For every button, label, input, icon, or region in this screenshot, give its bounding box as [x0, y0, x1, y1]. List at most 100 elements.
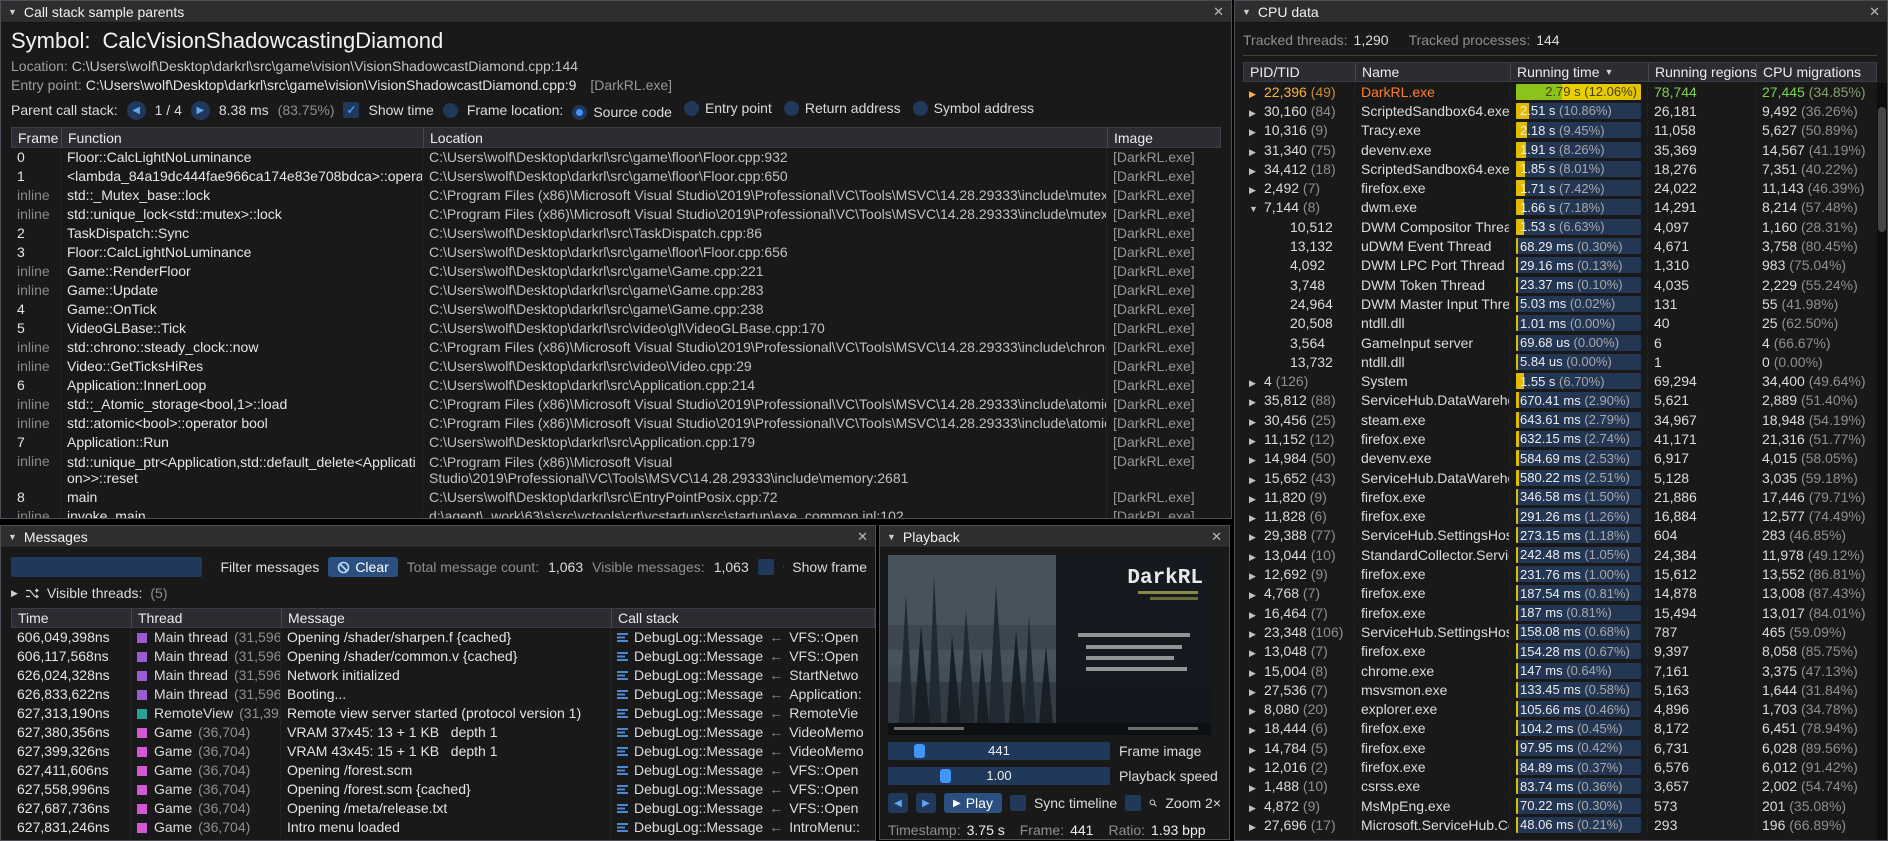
expand-arrow-icon[interactable]: ▶ — [1249, 108, 1264, 119]
callstack-row[interactable]: inlinestd::unique_ptr<Application,std::d… — [11, 452, 1221, 488]
callstack-row[interactable]: 3Floor::CalcLightNoLuminanceC:\Users\wol… — [11, 243, 1221, 262]
expand-arrow-icon[interactable]: ▶ — [1249, 725, 1264, 736]
next-parent-button[interactable]: ▶ — [191, 101, 210, 120]
cpu-row[interactable]: ▶2,492 (7)firefox.exe1.71 s (7.42%)24,02… — [1243, 178, 1877, 197]
cpu-row[interactable]: ▶27,536 (7)msvsmon.exe133.45 ms (0.58%)5… — [1243, 680, 1877, 699]
callstack-row[interactable]: 7Application::RunC:\Users\wolf\Desktop\d… — [11, 433, 1221, 452]
cpu-row[interactable]: ▼7,144 (8)dwm.exe1.66 s (7.18%)14,2918,2… — [1243, 198, 1877, 217]
vertical-scrollbar[interactable] — [1877, 83, 1887, 840]
expand-arrow-icon[interactable]: ▶ — [1249, 417, 1264, 428]
collapse-arrow-icon[interactable]: ▼ — [887, 532, 896, 542]
message-row[interactable]: 606,049,398nsMain thread(31,596)Opening … — [11, 628, 875, 647]
message-row[interactable]: 627,831,246nsGame(36,704)Intro menu load… — [11, 818, 875, 837]
callstack-row[interactable]: inlineinvoke_maind:\agent\_work\63\s\src… — [11, 507, 1221, 519]
expand-arrow-icon[interactable]: ▶ — [1249, 552, 1264, 563]
cpu-row[interactable]: ▶11,152 (12)firefox.exe632.15 ms (2.74%)… — [1243, 429, 1877, 448]
zoom-checkbox[interactable] — [1125, 795, 1141, 811]
cpu-row[interactable]: ▶11,820 (9)firefox.exe346.58 ms (1.50%)2… — [1243, 487, 1877, 506]
message-callstack[interactable]: DebugLog::Message←VFS::Open — [611, 799, 875, 818]
expand-arrow-icon[interactable]: ▶ — [1249, 706, 1264, 717]
close-icon[interactable]: ✕ — [1211, 529, 1222, 545]
message-callstack[interactable]: DebugLog::Message←VideoMemo — [611, 723, 875, 742]
cpu-row[interactable]: ▶35,812 (88)ServiceHub.DataWarehou670.41… — [1243, 391, 1877, 410]
next-frame-button[interactable]: ▶ — [916, 793, 936, 813]
callstack-row[interactable]: 5VideoGLBase::TickC:\Users\wolf\Desktop\… — [11, 319, 1221, 338]
expand-arrow-icon[interactable]: ▶ — [1249, 185, 1264, 196]
show-time-checkbox[interactable] — [343, 102, 359, 118]
cpu-row[interactable]: 10,512DWM Compositor Thread1.53 s (6.63%… — [1243, 217, 1877, 236]
close-icon[interactable]: ✕ — [1869, 4, 1880, 20]
expand-arrow-icon[interactable]: ▶ — [1249, 764, 1264, 775]
cpu-row[interactable]: ▶18,444 (6)firefox.exe104.2 ms (0.45%)8,… — [1243, 719, 1877, 738]
callstack-row[interactable]: 6Application::InnerLoopC:\Users\wolf\Des… — [11, 376, 1221, 395]
clear-button[interactable]: Clear — [328, 557, 397, 577]
cpu-row[interactable]: ▶11,828 (6)firefox.exe291.26 ms (1.26%)1… — [1243, 507, 1877, 526]
playback-speed-slider[interactable]: 1.00 — [888, 767, 1110, 785]
message-callstack[interactable]: DebugLog::Message←VideoMemo — [611, 742, 875, 761]
column-running-regions[interactable]: Running regions — [1649, 63, 1757, 81]
expand-arrow-icon[interactable]: ▶ — [1249, 436, 1264, 447]
message-callstack[interactable]: DebugLog::Message←VFS::Open — [611, 647, 875, 666]
cpu-row[interactable]: ▶8,080 (20)explorer.exe105.66 ms (0.46%)… — [1243, 700, 1877, 719]
cpu-row[interactable]: ▶14,984 (50)devenv.exe584.69 ms (2.53%)6… — [1243, 449, 1877, 468]
message-callstack[interactable]: DebugLog::Message←RemoteVie — [611, 704, 875, 723]
cpu-row[interactable]: 24,964DWM Master Input Thread5.03 ms (0.… — [1243, 294, 1877, 313]
cpu-row[interactable]: 4,092DWM LPC Port Thread29.16 ms (0.13%)… — [1243, 256, 1877, 275]
message-filter-input[interactable] — [11, 557, 202, 577]
cpu-row[interactable]: 13,132uDWM Event Thread68.29 ms (0.30%)4… — [1243, 236, 1877, 255]
callstack-row[interactable]: 4Game::OnTickC:\Users\wolf\Desktop\darkr… — [11, 300, 1221, 319]
radio-source-code[interactable]: Source code — [572, 104, 672, 120]
cpu-row[interactable]: ▶12,016 (2)firefox.exe84.89 ms (0.37%)6,… — [1243, 757, 1877, 776]
message-row[interactable]: 606,117,568nsMain thread(31,596)Opening … — [11, 647, 875, 666]
cpu-row[interactable]: ▶13,044 (10)StandardCollector.Servic242.… — [1243, 545, 1877, 564]
expand-arrow-icon[interactable]: ▶ — [1249, 571, 1264, 582]
cpu-row[interactable]: ▶29,388 (77)ServiceHub.SettingsHost273.1… — [1243, 526, 1877, 545]
cpu-row[interactable]: ▶34,412 (18)ScriptedSandbox64.exe1.85 s … — [1243, 159, 1877, 178]
expand-arrow-icon[interactable]: ▶ — [1249, 513, 1264, 524]
expand-arrow-icon[interactable]: ▶ — [1249, 532, 1264, 543]
expand-arrow-icon[interactable]: ▶ — [1249, 455, 1264, 466]
message-row[interactable]: 626,024,328nsMain thread(31,596)Network … — [11, 666, 875, 685]
callstack-row[interactable]: 8mainC:\Users\wolf\Desktop\darkrl\src\En… — [11, 488, 1221, 507]
expand-arrow-icon[interactable]: ▶ — [1249, 475, 1264, 486]
cpu-row[interactable]: ▶23,348 (106)ServiceHub.SettingsHost158.… — [1243, 622, 1877, 641]
message-callstack[interactable]: DebugLog::Message←VFS::Open — [611, 628, 875, 647]
expand-arrow-icon[interactable]: ▶ — [1249, 783, 1264, 794]
message-row[interactable]: 627,687,736nsGame(36,704)Opening /meta/r… — [11, 799, 875, 818]
expand-arrow-icon[interactable]: ▶ — [1249, 494, 1264, 505]
message-callstack[interactable]: DebugLog::Message←VFS::Open — [611, 780, 875, 799]
expand-arrow-icon[interactable]: ▶ — [1249, 822, 1264, 833]
close-icon[interactable]: ✕ — [1213, 4, 1224, 20]
cpu-row[interactable]: ▶31,340 (75)devenv.exe1.91 s (8.26%)35,3… — [1243, 140, 1877, 159]
callstack-row[interactable]: 1<lambda_84a19dc444fae966ca174e83e708bdc… — [11, 167, 1221, 186]
expand-arrow-icon[interactable]: ▶ — [1249, 648, 1264, 659]
expand-arrow-icon[interactable]: ▶ — [1249, 687, 1264, 698]
cpu-row[interactable]: ▶13,048 (7)firefox.exe154.28 ms (0.67%)9… — [1243, 642, 1877, 661]
callstack-row[interactable]: inlineGame::RenderFloorC:\Users\wolf\Des… — [11, 262, 1221, 281]
cpu-row[interactable]: ▶15,652 (43)ServiceHub.DataWarehou580.22… — [1243, 468, 1877, 487]
column-cpu-migrations[interactable]: CPU migrations — [1757, 63, 1876, 81]
cpu-row[interactable]: ▶4 (126)System1.55 s (6.70%)69,29434,400… — [1243, 371, 1877, 390]
message-row[interactable]: 627,399,326nsGame(36,704)VRAM 43x45: 15 … — [11, 742, 875, 761]
radio-return-address[interactable]: Return address — [784, 100, 901, 116]
expand-arrow-icon[interactable]: ▶ — [1249, 629, 1264, 640]
column-running-time[interactable]: Running time▼ — [1511, 63, 1649, 81]
column-name[interactable]: Name — [1356, 63, 1511, 81]
cpu-row[interactable]: ▶22,396 (49)DarkRL.exe2.79 s (12.06%)78,… — [1243, 82, 1877, 101]
expand-arrow-icon[interactable]: ▶ — [1249, 397, 1264, 408]
cpu-row[interactable]: ▶12,692 (9)firefox.exe231.76 ms (1.00%)1… — [1243, 564, 1877, 583]
collapse-arrow-icon[interactable]: ▼ — [1242, 7, 1251, 17]
callstack-row[interactable]: inlinestd::chrono::steady_clock::nowC:\P… — [11, 338, 1221, 357]
cpu-row[interactable]: ▶1,488 (10)csrss.exe83.74 ms (0.36%)3,65… — [1243, 777, 1877, 796]
cpu-row[interactable]: ▶4,872 (9)MsMpEng.exe70.22 ms (0.30%)573… — [1243, 796, 1877, 815]
cpu-row[interactable]: ▶30,160 (84)ScriptedSandbox64.exe2.51 s … — [1243, 101, 1877, 120]
cpu-row[interactable]: 3,748DWM Token Thread23.37 ms (0.10%)4,0… — [1243, 275, 1877, 294]
close-icon[interactable]: ✕ — [857, 529, 868, 545]
callstack-row[interactable]: inlineGame::UpdateC:\Users\wolf\Desktop\… — [11, 281, 1221, 300]
message-callstack[interactable]: DebugLog::Message←IntroMenu:: — [611, 818, 875, 837]
cpu-row[interactable]: ▶15,004 (8)chrome.exe147 ms (0.64%)7,161… — [1243, 661, 1877, 680]
expand-arrow-icon[interactable]: ▶ — [1249, 89, 1264, 100]
message-callstack[interactable]: DebugLog::Message←VFS::Open — [611, 761, 875, 780]
collapse-arrow-icon[interactable]: ▼ — [8, 532, 17, 542]
expand-arrow-icon[interactable]: ▶ — [1249, 166, 1264, 177]
